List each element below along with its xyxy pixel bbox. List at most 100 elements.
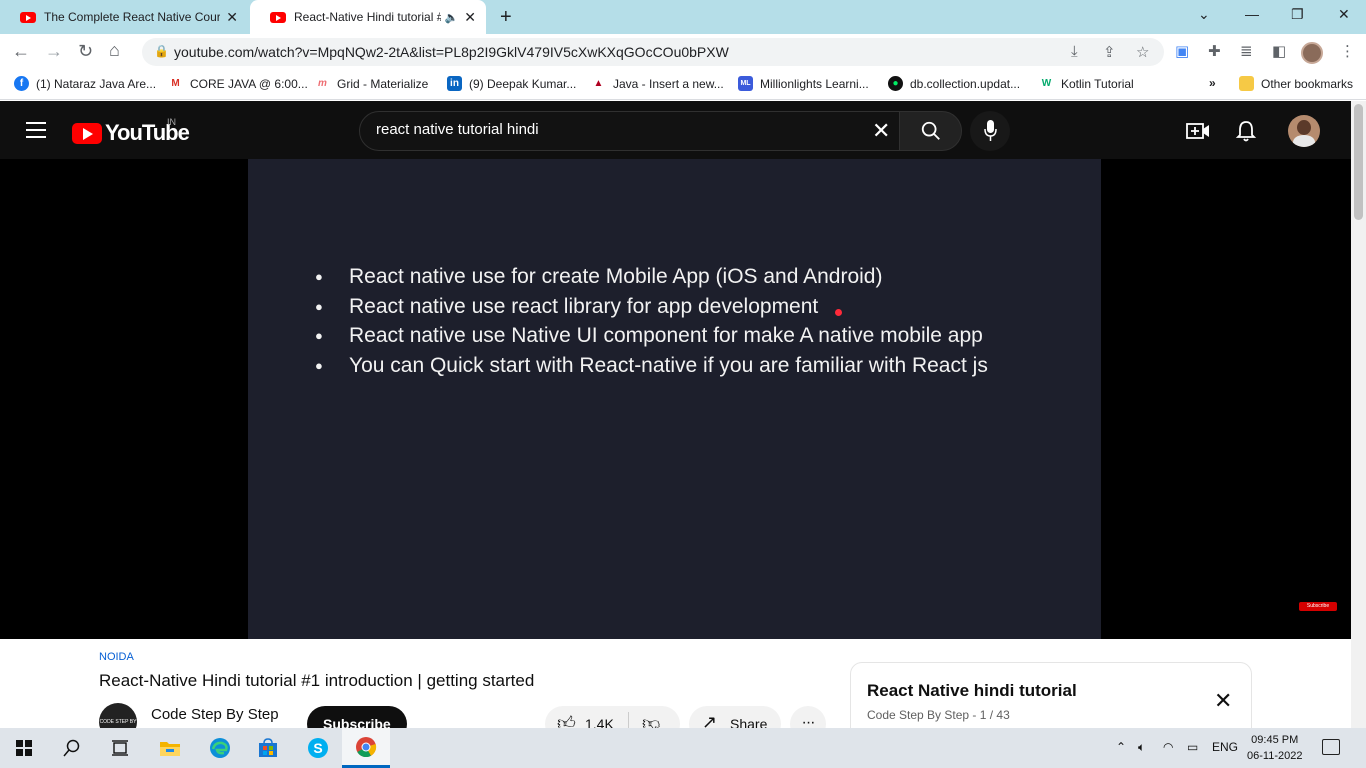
millionlights-icon: ML (738, 76, 753, 91)
bookmark-item[interactable]: m Grid - Materialize (315, 76, 428, 91)
slide-bullet: React native use react library for app d… (315, 292, 988, 322)
playlist-channel[interactable]: Code Step By Step (867, 708, 969, 722)
url-text[interactable]: youtube.com/watch?v=MpqNQw2-2tA&list=PL8… (174, 44, 729, 60)
laser-pointer-dot (835, 309, 842, 316)
video-title: React-Native Hindi tutorial #1 introduct… (99, 671, 535, 690)
battery-icon[interactable]: ▭ (1187, 740, 1198, 754)
taskbar-edge[interactable] (196, 728, 244, 768)
tab-audio-icon[interactable]: 🔈 (445, 11, 459, 24)
bookmark-label: Kotlin Tutorial (1061, 76, 1134, 91)
youtube-wordmark: YouTube (105, 120, 190, 145)
taskbar-store[interactable] (244, 728, 292, 768)
forward-arrow-icon[interactable]: → (45, 41, 63, 62)
other-bookmarks-label: Other bookmarks (1261, 76, 1354, 91)
tab-close-icon[interactable]: ✕ (226, 9, 238, 26)
windows-logo-icon (16, 740, 32, 756)
video-slide-frame (248, 159, 1101, 639)
taskbar-chrome[interactable] (342, 728, 390, 768)
home-icon[interactable]: ⌂ (109, 40, 120, 61)
slide-bullet: React native use for create Mobile App (… (315, 262, 988, 292)
media-control-icon[interactable]: ≣ (1240, 42, 1253, 60)
tab-title: React-Native Hindi tutorial # (294, 10, 441, 24)
volume-icon[interactable]: 🔈︎ (1138, 740, 1145, 755)
taskbar-file-explorer[interactable] (146, 728, 194, 768)
search-input[interactable]: react native tutorial hindi (376, 121, 539, 138)
minimize-icon[interactable]: — (1245, 6, 1259, 22)
notifications-bell-icon[interactable] (1234, 119, 1258, 143)
tab-search-icon[interactable]: ⌄ (1198, 6, 1210, 23)
show-hidden-icons[interactable]: ⌃ (1116, 740, 1126, 754)
menu-hamburger-icon[interactable] (26, 122, 46, 138)
side-panel-icon[interactable]: ◧ (1272, 42, 1286, 60)
browser-tab-active[interactable]: React-Native Hindi tutorial # 🔈 ✕ (250, 0, 486, 34)
extensions-puzzle-icon[interactable]: ✚ (1208, 42, 1221, 60)
task-view-button[interactable] (96, 728, 144, 768)
bookmark-label: CORE JAVA @ 6:00... (190, 76, 308, 91)
playlist-meta: Code Step By Step - 1 / 43 (867, 708, 1010, 722)
tab-title: The Complete React Native Cour (44, 10, 221, 24)
new-tab-button[interactable]: + (500, 6, 512, 29)
graduation-cap-icon: ▲ (591, 76, 606, 91)
create-video-icon[interactable] (1186, 119, 1210, 143)
start-button[interactable] (0, 728, 48, 768)
playlist-title[interactable]: React Native hindi tutorial (867, 681, 1077, 701)
playlist-close-icon[interactable]: ✕ (1214, 688, 1232, 714)
scrollbar-thumb[interactable] (1354, 104, 1363, 220)
bookmark-item[interactable]: M CORE JAVA @ 6:00... (168, 76, 308, 91)
task-view-icon (112, 740, 128, 756)
bookmark-item[interactable]: ▲ Java - Insert a new... (591, 76, 724, 91)
other-bookmarks[interactable]: Other bookmarks (1239, 76, 1353, 91)
region-code: IN (167, 117, 176, 127)
language-indicator[interactable]: ENG (1212, 740, 1238, 754)
clear-search-icon[interactable]: ✕ (872, 118, 890, 144)
gmail-icon: M (168, 76, 183, 91)
browser-tab[interactable]: The Complete React Native Cour ✕ (0, 0, 248, 34)
chrome-icon (356, 736, 377, 757)
subscribe-watermark[interactable]: Subscribe (1299, 602, 1337, 611)
browser-menu-icon[interactable]: ⋮ (1340, 42, 1355, 60)
bookmark-label: db.collection.updat... (910, 76, 1021, 91)
taskbar-skype[interactable]: S (294, 728, 342, 768)
tab-close-icon[interactable]: ✕ (464, 9, 476, 26)
playlist-separator: - (969, 708, 980, 722)
bookmark-label: Grid - Materialize (337, 76, 429, 91)
bookmarks-overflow-button[interactable]: » (1209, 76, 1216, 90)
channel-name[interactable]: Code Step By Step (151, 706, 279, 723)
reload-icon[interactable]: ↻ (78, 41, 93, 62)
edge-browser-icon (210, 738, 230, 758)
slide-bullet-list: React native use for create Mobile App (… (315, 262, 988, 380)
back-arrow-icon[interactable]: ← (12, 41, 30, 62)
lock-icon[interactable]: 🔒 (154, 44, 169, 58)
facebook-icon: f (14, 76, 29, 91)
microsoft-store-icon (259, 738, 277, 757)
search-icon (921, 121, 940, 140)
install-app-icon[interactable]: ⤓ (1071, 43, 1078, 60)
clock-time: 09:45 PM (1251, 734, 1299, 746)
bookmark-label: Millionlights Learni... (760, 76, 869, 91)
notification-center-icon[interactable] (1322, 739, 1340, 755)
account-avatar[interactable] (1288, 115, 1320, 147)
microphone-icon (984, 120, 997, 141)
bookmark-item[interactable]: W Kotlin Tutorial (1039, 76, 1134, 91)
taskbar-clock[interactable]: 09:45 PM 06-11-2022 (1247, 732, 1302, 764)
bookmark-star-icon[interactable]: ☆ (1136, 43, 1149, 61)
search-icon (63, 739, 80, 757)
materialize-icon: m (315, 76, 330, 91)
youtube-play-logo-icon (72, 122, 102, 144)
window-close-icon[interactable]: ✕ (1338, 6, 1350, 23)
bookmark-label: (9) Deepak Kumar... (469, 76, 577, 91)
google-translate-icon[interactable]: ▣ (1175, 42, 1189, 60)
bookmark-label: (1) Nataraz Java Are... (36, 76, 157, 91)
bookmark-item[interactable]: in (9) Deepak Kumar... (447, 76, 576, 91)
taskbar-search-button[interactable] (48, 728, 96, 768)
wifi-icon[interactable]: ◠ (1163, 740, 1173, 754)
w3schools-icon: W (1039, 76, 1054, 91)
folder-icon (1239, 76, 1254, 91)
restore-icon[interactable]: ❐ (1291, 6, 1304, 23)
bookmark-item[interactable]: ● db.collection.updat... (888, 76, 1020, 91)
bookmark-item[interactable]: f (1) Nataraz Java Are... (14, 76, 156, 91)
share-page-icon[interactable]: ⇪ (1103, 43, 1116, 61)
bookmark-item[interactable]: ML Millionlights Learni... (738, 76, 869, 91)
video-location-tag[interactable]: NOIDA (99, 651, 134, 663)
browser-profile-avatar[interactable] (1301, 42, 1323, 64)
